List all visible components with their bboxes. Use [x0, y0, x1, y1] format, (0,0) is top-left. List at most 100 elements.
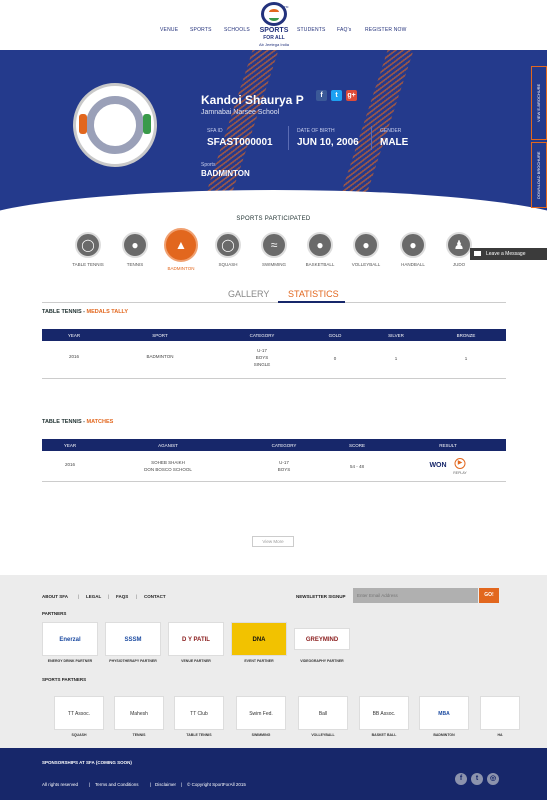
twitter-icon[interactable]: t: [471, 773, 483, 785]
sports-partner-logo[interactable]: Swim Fed.: [236, 696, 286, 730]
squash-racket-icon: ◯: [215, 232, 241, 258]
footer-link-contact[interactable]: CONTACT: [144, 594, 166, 599]
sport-handball[interactable]: ● HANDBALL: [388, 232, 438, 267]
judo-icon: ♟: [446, 232, 472, 258]
copyright-text: © Copyright SportForAll 2015: [187, 782, 246, 787]
dob-value: JUN 10, 2006: [297, 137, 359, 148]
newsletter-go-button[interactable]: GO!: [479, 588, 499, 603]
handball-icon: ●: [400, 232, 426, 258]
table-tennis-icon: ◯: [75, 232, 101, 258]
leave-message-button[interactable]: Leave a Message: [470, 248, 547, 260]
table-row: 2016 SOHEB SHAIKH DON BOSCO SCHOOL U-17 …: [42, 451, 506, 482]
sfa-logo[interactable]: SPORTS FOR ALL Ab Jeetega India: [252, 2, 296, 50]
sport-table-tennis[interactable]: ◯ TABLE TENNIS: [63, 232, 113, 267]
sports-partners-title: SPORTS PARTNERS: [42, 677, 87, 682]
replay-play-icon[interactable]: ▶: [454, 458, 466, 469]
matches-table-header: YEAR AGANIST CATEGORY SCORE RESULT: [42, 439, 506, 451]
sports-partner-label: BASKET BALL: [371, 733, 397, 737]
sport-volleyball[interactable]: ● VOLLEYBALL: [341, 232, 391, 267]
sfa-s-icon: [86, 96, 144, 154]
sports-partner-label: BADMINTON: [433, 733, 455, 737]
sponsorships-link[interactable]: SPONSORSHIPS AT SFA (COMING SOON): [42, 760, 132, 765]
nav-register[interactable]: REGISTER NOW: [365, 27, 407, 33]
partner-logo[interactable]: D Y PATIL: [168, 622, 224, 656]
partner-logo[interactable]: Enerzal: [42, 622, 98, 656]
logo-tagline: Ab Jeetega India: [258, 42, 290, 47]
divider: [371, 126, 372, 150]
sports-participated-title: SPORTS PARTICIPATED: [236, 216, 311, 222]
bottom-bar: SPONSORSHIPS AT SFA (COMING SOON) All ri…: [0, 748, 547, 800]
partner-label: ENERGY DRINK PARTNER: [47, 659, 93, 663]
newsletter-email-input[interactable]: [353, 588, 478, 603]
sports-partner-label: HA: [497, 733, 503, 737]
divider: [288, 126, 289, 150]
envelope-icon: [474, 251, 481, 256]
replay-label[interactable]: REPLAY: [453, 471, 467, 475]
player-name: Kandoi Shaurya P: [201, 93, 304, 107]
logo-text-1: SPORTS: [259, 27, 289, 34]
twitter-icon[interactable]: t: [331, 90, 342, 101]
partner-logo[interactable]: DNA: [231, 622, 287, 656]
partner-label: VENUE PARTNER: [181, 659, 211, 663]
profile-avatar: [73, 83, 157, 167]
sports-partner-logo[interactable]: [480, 696, 520, 730]
sports-partner-label: TABLE TENNIS: [186, 733, 212, 737]
nav-students[interactable]: STUDENTS: [297, 27, 326, 33]
instagram-icon[interactable]: ◎: [487, 773, 499, 785]
footer-link-about[interactable]: ABOUT SFA: [42, 594, 68, 599]
partner-logo[interactable]: GREYMIND: [294, 628, 350, 650]
newsletter-label: NEWSLETTER SIGNUP: [296, 594, 346, 599]
tab-statistics[interactable]: STATISTICS: [288, 289, 339, 299]
footer-link-legal[interactable]: LEGAL: [86, 594, 101, 599]
facebook-icon[interactable]: f: [316, 90, 327, 101]
sports-partner-label: TENNIS: [132, 733, 146, 737]
medals-table-header: YEAR SPORT CATEGORY GOLD SILVER BRONZE: [42, 329, 506, 341]
nav-schools[interactable]: SCHOOLS: [224, 27, 250, 33]
sport-badminton[interactable]: ▲ BADMINTON: [156, 228, 206, 271]
sports-partner-logo[interactable]: TT Club: [174, 696, 224, 730]
sport-swimming[interactable]: ≈ SWIMMING: [249, 232, 299, 267]
sport-tennis[interactable]: ● TENNIS: [110, 232, 160, 267]
sport-basketball[interactable]: ● BASKETBALL: [295, 232, 345, 267]
sports-partner-logo[interactable]: Ball: [298, 696, 348, 730]
sports-partner-logo[interactable]: BB Assoc.: [359, 696, 409, 730]
partner-label: PHYSIOTHERAPY PARTNER: [109, 659, 157, 663]
facebook-icon[interactable]: f: [455, 773, 467, 785]
sports-partner-label: SWIMMING: [251, 733, 271, 737]
partners-title: PARTNERS: [42, 611, 67, 616]
tennis-ball-icon: ●: [122, 232, 148, 258]
nav-sports[interactable]: SPORTS: [190, 27, 212, 33]
tab-divider: [42, 302, 506, 303]
google-plus-icon[interactable]: g+: [346, 90, 357, 101]
disclaimer-link[interactable]: Disclaimer: [155, 782, 176, 787]
download-brochure-button[interactable]: DOWNLOAD BROCHURE: [531, 142, 547, 208]
result-value: WON: [429, 462, 447, 469]
view-more-button[interactable]: View More: [252, 536, 294, 547]
medals-section-title: TABLE TENNIS - MEDALS TALLY: [42, 309, 129, 315]
sports-partner-label: SQUASH: [71, 733, 87, 737]
terms-link[interactable]: Terms and Conditions: [95, 782, 139, 787]
sport-squash[interactable]: ◯ SQUASH: [203, 232, 253, 267]
sports-partner-logo[interactable]: Mahesh: [114, 696, 164, 730]
swimming-icon: ≈: [261, 232, 287, 258]
nav-venue[interactable]: VENUE: [160, 27, 178, 33]
logo-text-2: FOR ALL: [263, 35, 285, 41]
sfa-id-value: SFAST000001: [207, 137, 273, 148]
sports-partner-logo[interactable]: TT Assoc.: [54, 696, 104, 730]
footer-link-faqs[interactable]: FAQS: [116, 594, 128, 599]
trademark: TM: [284, 5, 289, 9]
top-navigation: VENUE SPORTS SCHOOLS SPORTS FOR ALL Ab J…: [0, 0, 547, 50]
gender-label: GENDER: [380, 128, 402, 134]
gender-value: MALE: [380, 137, 409, 148]
sports-partner-logo[interactable]: MBA: [419, 696, 469, 730]
partner-label: EVENT PARTNER: [244, 659, 274, 663]
table-row: 2016 BADMINTON U-17 BOYS SINGLE 0 1 1: [42, 341, 506, 379]
banner-curve: [0, 190, 547, 216]
partner-logo[interactable]: SSSM: [105, 622, 161, 656]
sport-label: Sports: [201, 162, 216, 168]
nav-faqs[interactable]: FAQ's: [337, 27, 351, 33]
volleyball-icon: ●: [353, 232, 379, 258]
sports-partner-label: VOLLEYBALL: [311, 733, 335, 737]
tab-gallery[interactable]: GALLERY: [228, 289, 269, 299]
view-ebrochure-button[interactable]: VIEW E-BROCHURE: [531, 66, 547, 140]
